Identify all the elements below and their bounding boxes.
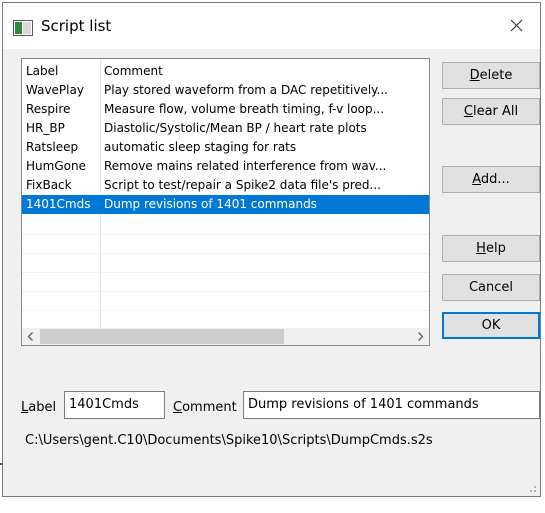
item-label: Respire <box>26 102 71 116</box>
title-bar: Script list <box>3 3 540 49</box>
list-item[interactable]: HR_BP Diastolic/Systolic/Mean BP / heart… <box>22 119 429 138</box>
item-comment: Diastolic/Systolic/Mean BP / heart rate … <box>104 121 367 135</box>
script-path: C:\Users\gent.C10\Documents\Spike10\Scri… <box>25 433 433 448</box>
horizontal-scrollbar[interactable] <box>22 328 429 345</box>
item-label: Ratsleep <box>26 140 79 154</box>
help-button[interactable]: Help <box>442 235 540 262</box>
item-comment: Script to test/repair a Spike2 data file… <box>104 178 381 192</box>
empty-row-line <box>22 234 429 235</box>
comment-caption: Comment <box>173 400 237 415</box>
list-item[interactable]: WavePlay Play stored waveform from a DAC… <box>22 81 429 100</box>
empty-row-line <box>22 272 429 273</box>
close-button[interactable] <box>494 3 540 49</box>
item-label: WavePlay <box>26 83 84 97</box>
list-item[interactable]: Respire Measure flow, volume breath timi… <box>22 100 429 119</box>
close-icon <box>510 19 523 32</box>
delete-button[interactable]: Delete <box>442 62 540 89</box>
header-label: Label <box>26 64 59 78</box>
comment-field[interactable]: Dump revisions of 1401 commands <box>243 391 540 419</box>
add-button[interactable]: Add... <box>442 166 540 193</box>
item-label: FixBack <box>26 178 72 192</box>
list-item[interactable]: FixBack Script to test/repair a Spike2 d… <box>22 176 429 195</box>
edge-artifact <box>0 463 2 465</box>
item-comment: automatic sleep staging for rats <box>104 140 297 154</box>
item-comment: Play stored waveform from a DAC repetiti… <box>104 83 388 97</box>
empty-row-line <box>22 310 429 311</box>
script-list-dialog: Script list Label Comment WavePlay Play … <box>2 2 541 497</box>
header-comment: Comment <box>104 64 163 78</box>
scroll-right-button[interactable] <box>412 328 429 345</box>
chevron-left-icon <box>27 332 33 341</box>
clear-all-button[interactable]: Clear All <box>442 98 540 125</box>
cancel-button[interactable]: Cancel <box>442 274 540 301</box>
label-caption: Label <box>21 400 57 415</box>
item-comment: Measure flow, volume breath timing, f-v … <box>104 102 385 116</box>
item-label: HumGone <box>26 159 86 173</box>
script-list[interactable]: Label Comment WavePlay Play stored wavef… <box>21 58 430 346</box>
list-item[interactable]: HumGone Remove mains related interferenc… <box>22 157 429 176</box>
app-icon <box>13 20 33 36</box>
window-title: Script list <box>41 17 112 35</box>
chevron-right-icon <box>418 332 424 341</box>
resize-grip-icon[interactable] <box>526 482 536 492</box>
empty-row-line <box>22 253 429 254</box>
item-label: 1401Cmds <box>26 197 91 211</box>
list-item-selected[interactable]: 1401Cmds Dump revisions of 1401 commands <box>22 195 429 214</box>
item-comment: Remove mains related interference from w… <box>104 159 387 173</box>
item-comment: Dump revisions of 1401 commands <box>104 197 317 211</box>
ok-button[interactable]: OK <box>442 312 540 339</box>
scroll-left-button[interactable] <box>22 328 39 345</box>
scroll-thumb[interactable] <box>40 329 284 344</box>
list-item[interactable]: Ratsleep automatic sleep staging for rat… <box>22 138 429 157</box>
empty-row-line <box>22 291 429 292</box>
item-label: HR_BP <box>26 121 65 135</box>
label-field[interactable]: 1401Cmds <box>64 391 165 419</box>
list-header[interactable]: Label Comment <box>22 62 429 81</box>
